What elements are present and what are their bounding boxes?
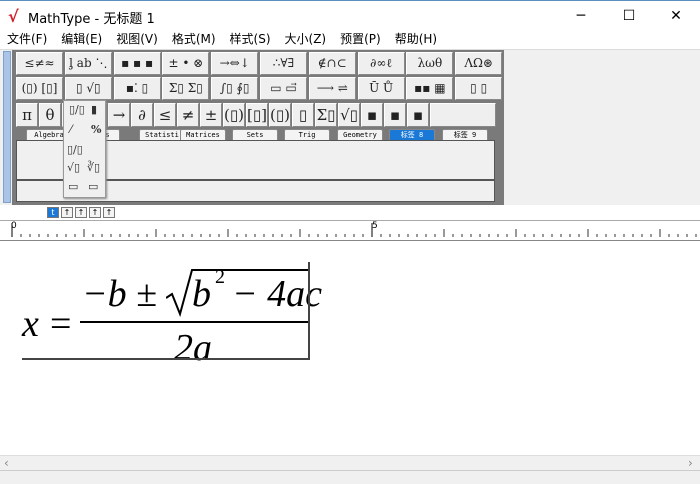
menu-bar: 文件(F) 编辑(E) 视图(V) 格式(M) 样式(S) 大小(Z) 预置(P… — [0, 30, 700, 49]
palette-button[interactable]: →⇔↓ — [211, 52, 259, 75]
menu-view[interactable]: 视图(V) — [109, 30, 165, 49]
symbol-button[interactable]: → — [108, 103, 130, 127]
popup-item[interactable]: ∛▯ — [87, 161, 100, 174]
palette-button[interactable]: ▯ ▯ — [455, 77, 503, 100]
fraction-template-popup: ▯/▯ ▮ ⁄ % ▯/▯ √▯ ∛▯ ▭ ▭ — [63, 100, 106, 198]
symbol-button[interactable]: ▪ — [407, 103, 429, 127]
palette-button[interactable]: ▯ √▯ — [64, 77, 112, 100]
palette-button[interactable]: λωθ — [406, 52, 454, 75]
palette-button[interactable]: ∫▯ ∮▯ — [211, 77, 259, 100]
radicand-base: b — [192, 273, 211, 315]
ruler-ticks — [11, 223, 697, 237]
palette-button[interactable]: ᶅ ab ⋱ — [64, 52, 112, 75]
tab-4[interactable]: Sets — [232, 129, 278, 140]
symbol-button[interactable]: √▯ — [338, 103, 360, 127]
denominator: 2a — [174, 327, 212, 369]
numerator-prefix: −b ± — [82, 273, 157, 315]
palette-button[interactable]: ∂∞ℓ — [357, 52, 405, 75]
popup-item[interactable]: ▭ — [68, 180, 78, 193]
empty-slot[interactable] — [430, 103, 496, 127]
size-button[interactable]: ↑ — [103, 207, 115, 218]
palette-button[interactable]: ± • ⊗ — [162, 52, 210, 75]
equation-lhs: x — [22, 303, 39, 345]
popup-item[interactable]: % — [91, 123, 101, 136]
status-bar — [0, 470, 700, 484]
palette-button[interactable]: ▪ ▪ ▪ — [113, 52, 161, 75]
popup-item[interactable]: ▮ — [91, 103, 97, 116]
scroll-right-arrow-icon[interactable]: › — [688, 456, 693, 470]
palette-button[interactable]: ▪⁚ ▯ — [113, 77, 161, 100]
exponent: 2 — [215, 266, 225, 288]
tab-7[interactable]: 标签 8 — [389, 129, 435, 140]
symbol-button[interactable]: ≤ — [154, 103, 176, 127]
ruler-label-5: 5 — [372, 221, 378, 231]
tab-5[interactable]: Trig — [284, 129, 330, 140]
tab-2[interactable]: Statisti — [139, 129, 185, 140]
horizontal-scrollbar[interactable]: ‹ › — [0, 455, 700, 470]
size-button[interactable]: ↑ — [61, 207, 73, 218]
slot-underline — [22, 358, 310, 360]
palette-button[interactable]: Ū Ů — [357, 77, 405, 100]
ruler[interactable]: 0 5 — [0, 220, 700, 241]
symbol-button[interactable]: ≠ — [177, 103, 199, 127]
ruler-label-0: 0 — [11, 221, 17, 231]
equals-sign: = — [50, 303, 72, 345]
palette-button[interactable]: ▭ ▭⃗ — [260, 77, 307, 100]
maximize-button[interactable]: ☐ — [614, 5, 644, 27]
popup-item[interactable]: ⁄ — [70, 123, 72, 136]
symbol-button[interactable]: π — [16, 103, 38, 127]
popup-item[interactable]: ▭ — [88, 180, 98, 193]
symbol-button[interactable]: ± — [200, 103, 222, 127]
menu-help[interactable]: 帮助(H) — [388, 30, 444, 49]
palette-button[interactable]: ≤≠≈ — [16, 52, 63, 75]
symbol-button[interactable]: ∂ — [131, 103, 153, 127]
minimize-button[interactable]: ─ — [566, 5, 596, 27]
palette-button[interactable]: Σ▯ Σ▯ — [162, 77, 210, 100]
tab-8[interactable]: 标签 9 — [442, 129, 488, 140]
palette-button[interactable]: (▯) [▯] — [16, 77, 63, 100]
menu-style[interactable]: 样式(S) — [223, 30, 278, 49]
symbol-button[interactable]: (▯) — [223, 103, 245, 127]
palette-button[interactable]: ∉∩⊂ — [308, 52, 356, 75]
palette-button[interactable]: ∴∀∃ — [260, 52, 307, 75]
popup-item[interactable]: ▯/▯ — [69, 103, 85, 116]
palette-button[interactable]: ΛΩ⊛ — [455, 52, 503, 75]
palette-button[interactable]: ▪▪ ▦ — [406, 77, 454, 100]
size-button[interactable]: t — [47, 207, 59, 218]
size-button[interactable]: ↑ — [89, 207, 101, 218]
tab-6[interactable]: Geometry — [337, 129, 383, 140]
popup-item[interactable]: √▯ — [67, 161, 80, 174]
menu-size[interactable]: 大小(Z) — [278, 30, 334, 49]
fraction-bar — [80, 321, 308, 323]
window-title: MathType - 无标题 1 — [28, 12, 155, 27]
symbol-button[interactable]: [▯] — [246, 103, 268, 127]
toolbar-grip[interactable] — [3, 51, 11, 203]
size-button[interactable]: ↑ — [75, 207, 87, 218]
popup-item[interactable]: ▯/▯ — [67, 143, 83, 156]
menu-preferences[interactable]: 预置(P) — [333, 30, 388, 49]
palette-button[interactable]: ⟶ ⇌ — [308, 77, 356, 100]
menu-format[interactable]: 格式(M) — [165, 30, 223, 49]
symbol-button[interactable]: (▯) — [269, 103, 291, 127]
slot-border — [308, 262, 310, 360]
symbol-button[interactable]: ▪ — [384, 103, 406, 127]
close-button[interactable]: ✕ — [661, 5, 691, 27]
menu-file[interactable]: 文件(F) — [0, 30, 54, 49]
menu-edit[interactable]: 编辑(E) — [54, 30, 109, 49]
tab-3[interactable]: Matrices — [180, 129, 226, 140]
size-buttons: t ↑ ↑ ↑ ↑ — [47, 207, 115, 218]
symbol-button[interactable]: ▯ — [292, 103, 314, 127]
title-bar: √ MathType - 无标题 1 ─ ☐ ✕ — [0, 0, 700, 30]
scroll-left-arrow-icon[interactable]: ‹ — [4, 456, 9, 470]
symbol-button[interactable]: θ — [39, 103, 61, 127]
symbol-button[interactable]: ▪ — [361, 103, 383, 127]
mathtype-logo-icon: √ — [8, 7, 19, 26]
symbol-button[interactable]: Σ▯ — [315, 103, 337, 127]
